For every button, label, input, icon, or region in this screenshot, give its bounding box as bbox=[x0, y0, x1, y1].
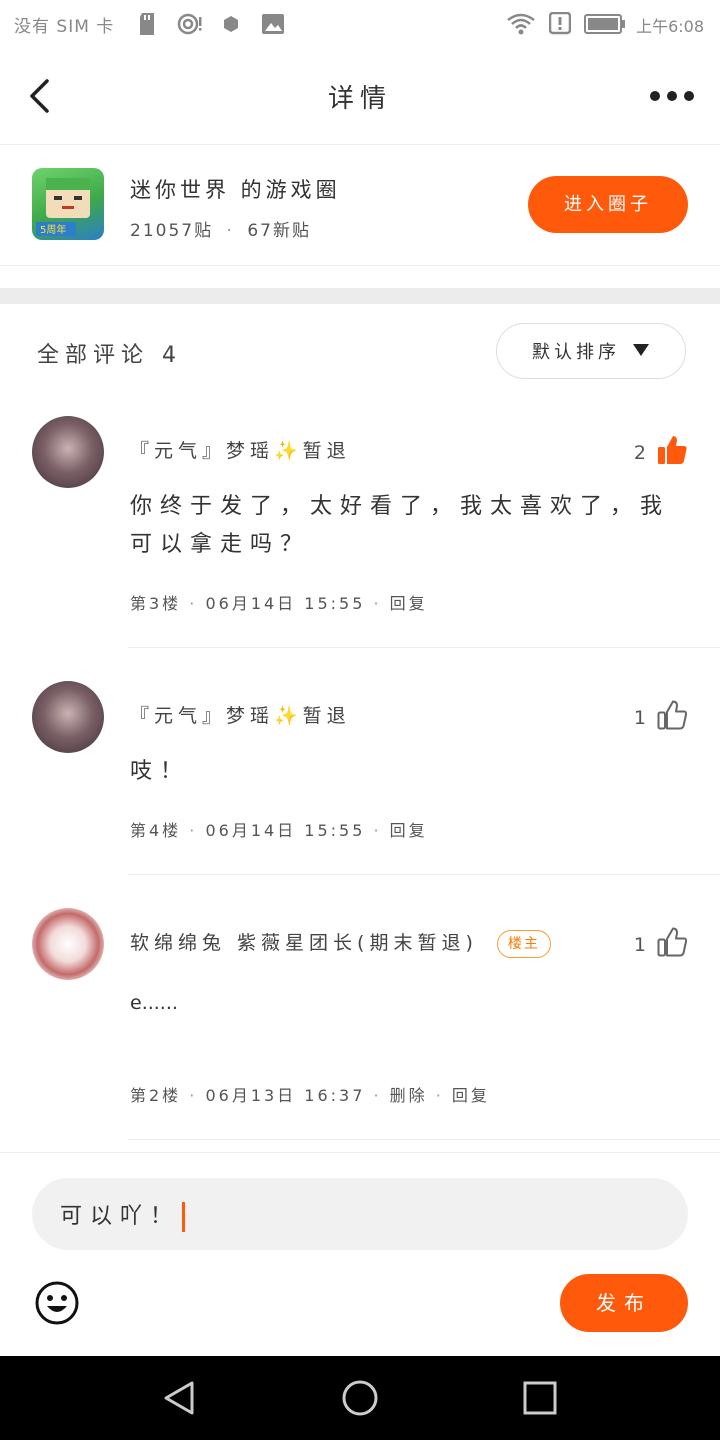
thumbs-up-outline-icon bbox=[656, 699, 688, 736]
stats-separator: · bbox=[226, 221, 234, 241]
like-button[interactable]: 2 bbox=[634, 434, 688, 471]
page-title: 详情 bbox=[327, 84, 392, 114]
comment-input-text[interactable]: 可以吖！ bbox=[60, 1198, 186, 1232]
join-circle-button[interactable]: 进入圈子 bbox=[528, 176, 688, 233]
more-dots-icon[interactable] bbox=[648, 88, 696, 102]
circle-name: 迷你世界 的游戏圈 bbox=[130, 178, 341, 202]
comment-date: 06月14日 15:55 bbox=[205, 821, 366, 840]
comment-body: 你终于发了，太好看了，我太喜欢了，我可以拿走吗？ bbox=[130, 494, 671, 557]
comment-date: 06月13日 16:37 bbox=[205, 1086, 366, 1105]
avatar[interactable] bbox=[32, 416, 104, 488]
sort-label: 默认排序 bbox=[532, 342, 620, 363]
comment-item: 『元气』梦瑶✨暂退 2 你终于发了，太好看了，我太喜欢了，我可以拿走吗？ 第3楼… bbox=[0, 416, 720, 648]
text-caret bbox=[182, 1202, 186, 1232]
comment-username-text: 软绵绵兔 紫薇星团长(期末暂退) bbox=[130, 932, 478, 954]
thumbs-up-outline-icon bbox=[656, 926, 688, 963]
like-count: 1 bbox=[633, 706, 646, 729]
section-divider bbox=[0, 288, 720, 304]
delete-link[interactable]: 删除 bbox=[390, 1086, 428, 1105]
comments-title: 全部评论 4 bbox=[37, 343, 182, 368]
svg-text:5周年: 5周年 bbox=[40, 223, 66, 236]
emoji-icon[interactable] bbox=[34, 1280, 80, 1326]
divider bbox=[128, 647, 720, 648]
carrier-text: 没有 SIM 卡 bbox=[14, 17, 115, 37]
game-circle-card[interactable]: 5周年 迷你世界 的游戏圈 21057贴 · 67新贴 进入圈子 bbox=[0, 144, 720, 266]
image-icon bbox=[261, 12, 285, 40]
wifi-icon bbox=[506, 12, 536, 40]
hotspot-icon bbox=[176, 12, 204, 40]
floor-label: 第2楼 bbox=[130, 1086, 182, 1105]
comment-date: 06月14日 15:55 bbox=[205, 594, 366, 613]
post-count: 21057贴 bbox=[130, 221, 214, 241]
sort-dropdown[interactable]: 默认排序 bbox=[496, 323, 686, 379]
comment-meta: 第2楼 · 06月13日 16:37 · 删除 · 回复 bbox=[130, 1086, 490, 1105]
system-nav-bar bbox=[0, 1356, 720, 1440]
like-button[interactable]: 1 bbox=[634, 926, 688, 963]
avatar[interactable] bbox=[32, 908, 104, 980]
reply-link[interactable]: 回复 bbox=[390, 821, 428, 840]
comment-username[interactable]: 『元气』梦瑶✨暂退 bbox=[130, 436, 351, 463]
thumbs-up-filled-icon bbox=[656, 434, 688, 471]
dot-icon bbox=[222, 15, 240, 37]
avatar[interactable] bbox=[32, 681, 104, 753]
sd-card-icon bbox=[137, 12, 157, 40]
battery-icon bbox=[584, 13, 626, 39]
comment-body: 吱！ bbox=[130, 759, 191, 784]
like-count: 2 bbox=[633, 441, 646, 464]
comment-username[interactable]: 软绵绵兔 紫薇星团长(期末暂退) 楼主 bbox=[130, 928, 551, 958]
comment-body: e...... bbox=[130, 992, 178, 1014]
reply-link[interactable]: 回复 bbox=[390, 594, 428, 613]
floor-label: 第4楼 bbox=[130, 821, 182, 840]
divider bbox=[128, 874, 720, 875]
new-post-count: 67新贴 bbox=[247, 221, 311, 241]
nav-back-icon[interactable] bbox=[162, 1380, 198, 1420]
divider bbox=[128, 1139, 720, 1140]
comment-item: 软绵绵兔 紫薇星团长(期末暂退) 楼主 1 e...... 第2楼 · 06月1… bbox=[0, 908, 720, 1140]
triangle-down-icon bbox=[632, 341, 650, 362]
status-bar: 没有 SIM 卡 上午6:08 bbox=[0, 0, 720, 48]
comment-meta: 第4楼 · 06月14日 15:55 · 回复 bbox=[130, 821, 428, 840]
publish-button[interactable]: 发布 bbox=[560, 1274, 688, 1332]
like-count: 1 bbox=[633, 933, 646, 956]
like-button[interactable]: 1 bbox=[634, 699, 688, 736]
top-app-bar: 详情 bbox=[0, 48, 720, 145]
game-app-icon[interactable]: 5周年 bbox=[32, 168, 104, 240]
comment-input[interactable]: 可以吖！ bbox=[32, 1178, 688, 1250]
clock: 上午6:08 bbox=[636, 17, 704, 36]
comment-meta: 第3楼 · 06月14日 15:55 · 回复 bbox=[130, 594, 428, 613]
circle-stats: 21057贴 · 67新贴 bbox=[130, 216, 311, 241]
floor-label: 第3楼 bbox=[130, 594, 182, 613]
alert-icon bbox=[548, 11, 572, 40]
author-badge: 楼主 bbox=[496, 929, 551, 958]
nav-home-icon[interactable] bbox=[341, 1379, 379, 1421]
reply-link[interactable]: 回复 bbox=[452, 1086, 490, 1105]
nav-recents-icon[interactable] bbox=[522, 1380, 558, 1420]
comment-item: 『元气』梦瑶✨暂退 1 吱！ 第4楼 · 06月14日 15:55 · 回复 bbox=[0, 681, 720, 875]
comment-username[interactable]: 『元气』梦瑶✨暂退 bbox=[130, 701, 351, 728]
comment-input-value: 可以吖！ bbox=[60, 1204, 181, 1229]
composer-divider bbox=[0, 1152, 720, 1153]
